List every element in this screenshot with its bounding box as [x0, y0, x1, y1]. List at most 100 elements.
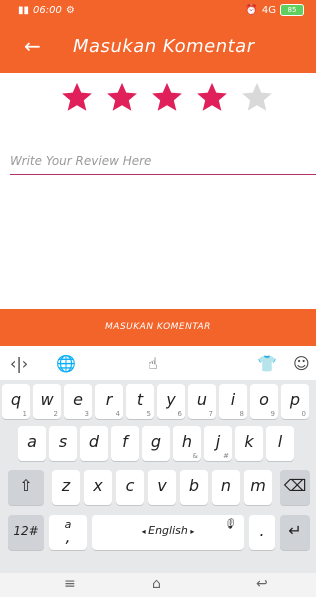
key-label: z [61, 476, 71, 495]
key-sub-label: # [223, 452, 229, 460]
key-c[interactable]: c [116, 470, 144, 505]
key-n[interactable]: n [212, 470, 240, 505]
key-label: c [125, 476, 135, 495]
key-z[interactable]: z [52, 470, 80, 505]
review-input[interactable] [10, 150, 310, 172]
signal-icon: ▮▮ [18, 5, 30, 16]
key-sub-label: & [192, 452, 198, 460]
back-icon[interactable]: ↩ [256, 576, 268, 592]
key-i[interactable]: i8 [219, 384, 247, 419]
star-4-icon[interactable] [195, 80, 229, 114]
network-label: 4G [261, 4, 276, 16]
key-label: y [166, 390, 176, 409]
key-label: h [181, 432, 193, 451]
key-r[interactable]: r4 [95, 384, 123, 419]
period-key[interactable]: . [249, 515, 275, 550]
key-x[interactable]: x [84, 470, 112, 505]
key-label: j [215, 432, 221, 451]
key-e[interactable]: e3 [64, 384, 92, 419]
key-label: s [58, 432, 68, 451]
key-label: w [40, 390, 54, 409]
star-3-icon[interactable] [150, 80, 184, 114]
key-sub-label: 8 [239, 410, 244, 418]
star-rating[interactable] [60, 80, 272, 118]
key-sub-label: 0 [301, 410, 306, 418]
key-w[interactable]: w2 [33, 384, 61, 419]
key-sub-label: 6 [177, 410, 182, 418]
emoji-icon[interactable]: ☺ [293, 354, 310, 373]
menu-icon[interactable]: ≡ [64, 576, 76, 592]
key-label: k [244, 432, 254, 451]
key-sub-label: 3 [84, 410, 89, 418]
shirt-icon[interactable]: 👕 [257, 354, 277, 373]
submit-comment-button[interactable]: MASUKAN KOMENTAR [0, 309, 316, 346]
key-v[interactable]: v [148, 470, 176, 505]
space-key[interactable]: ◂ English ▸ 🎙 [92, 515, 244, 550]
status-right: ⏰ 4G 85 [245, 4, 304, 16]
key-label: q [10, 390, 22, 409]
key-b[interactable]: b [180, 470, 208, 505]
status-bar: ▮▮ 06:00 ⚙ ⏰ 4G 85 [0, 0, 316, 22]
key-label: o [259, 390, 269, 409]
key-label: x [93, 476, 103, 495]
key-t[interactable]: t5 [126, 384, 154, 419]
key-p[interactable]: p0 [281, 384, 309, 419]
key-sub-label: 9 [270, 410, 275, 418]
key-u[interactable]: u7 [188, 384, 216, 419]
globe-icon[interactable]: 🌐 [56, 354, 76, 373]
key-label: l [277, 432, 283, 451]
key-k[interactable]: k [235, 426, 263, 461]
page-title: Masukan Komentar [73, 36, 255, 57]
star-2-icon[interactable] [105, 80, 139, 114]
status-time: 06:00 [33, 5, 62, 16]
notification-icon: ⚙ [65, 5, 75, 16]
gesture-icon[interactable]: ☝ [148, 354, 158, 373]
key-h[interactable]: h & [173, 426, 201, 461]
keyboard-toolbar: ‹|› 🌐 ☝ 👕 ☺ [0, 346, 316, 380]
backspace-key[interactable]: ⌫ [280, 470, 310, 505]
key-a[interactable]: a [18, 426, 46, 461]
key-g[interactable]: g [142, 426, 170, 461]
status-left: ▮▮ 06:00 ⚙ [18, 5, 75, 16]
key-j[interactable]: j # [204, 426, 232, 461]
key-label: f [122, 432, 128, 451]
keyboard: q1w2e3r4t5y6u7i8o9p0 a s d f g h & j # k l zxcvbnm… [0, 380, 316, 573]
key-label: u [196, 390, 208, 409]
key-label: p [289, 390, 301, 409]
app-bar: ← Masukan Komentar [0, 22, 316, 73]
microphone-icon: 🎙 [223, 519, 236, 530]
key-sub-label: 7 [208, 410, 213, 418]
cursor-icon[interactable]: ‹|› [10, 354, 28, 373]
key-s[interactable]: s [49, 426, 77, 461]
battery-icon: 85 [280, 4, 304, 16]
key-o[interactable]: o9 [250, 384, 278, 419]
home-icon[interactable]: ⌂ [152, 576, 161, 592]
key-y[interactable]: y6 [157, 384, 185, 419]
system-nav-bar: ≡ ⌂ ↩ [0, 573, 316, 597]
star-5-icon[interactable] [240, 80, 274, 114]
key-label: g [150, 432, 162, 451]
comma-key[interactable]: a , [49, 515, 87, 550]
enter-key[interactable]: ↵ [280, 515, 310, 550]
key-l[interactable]: l [266, 426, 294, 461]
key-m[interactable]: m [244, 470, 272, 505]
review-field[interactable] [10, 150, 316, 175]
key-label: v [157, 476, 167, 495]
key-sub-label: 1 [22, 410, 27, 418]
key-label: t [136, 390, 144, 409]
key-label: r [105, 390, 113, 409]
key-label: n [220, 476, 232, 495]
shift-key[interactable]: ⇧ [8, 470, 44, 505]
space-key-label: English [148, 524, 188, 537]
key-d[interactable]: d [80, 426, 108, 461]
star-1-icon[interactable] [60, 80, 94, 114]
symbols-key[interactable]: 12# [8, 515, 44, 550]
back-arrow-icon[interactable]: ← [24, 34, 41, 58]
key-label: d [88, 432, 100, 451]
key-f[interactable]: f [111, 426, 139, 461]
key-sub-label: 2 [53, 410, 58, 418]
chevron-right-icon: ▸ [187, 527, 195, 536]
key-q[interactable]: q1 [2, 384, 30, 419]
alarm-icon: ⏰ [245, 4, 258, 16]
key-label: i [230, 390, 236, 409]
